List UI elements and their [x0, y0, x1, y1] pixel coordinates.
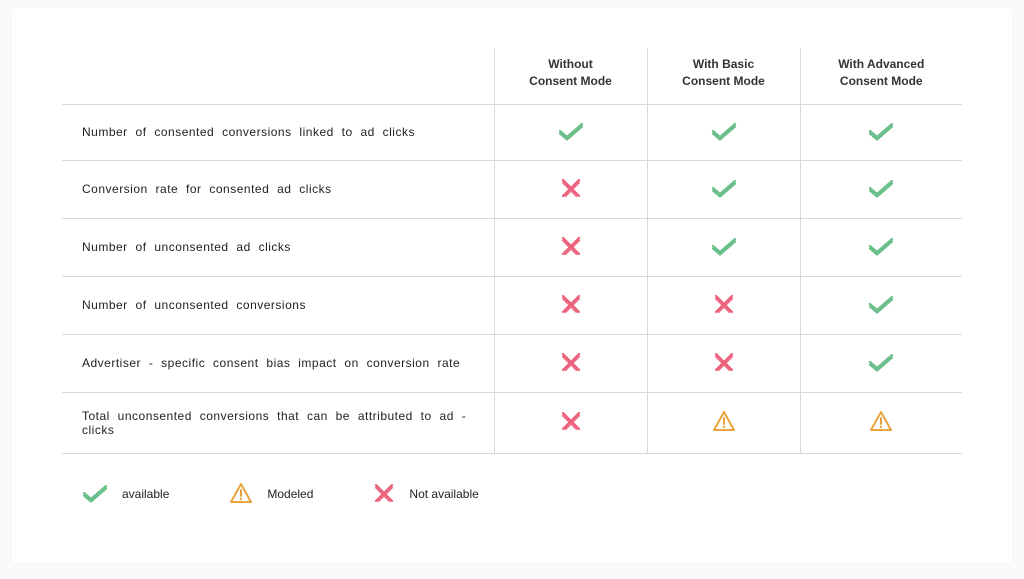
status-cell	[494, 334, 647, 392]
cross-icon	[560, 410, 582, 435]
status-cell	[494, 104, 647, 160]
comparison-table-card: Without Consent Mode With Basic Consent …	[12, 8, 1012, 563]
col-header-3: With Advanced Consent Mode	[800, 48, 962, 104]
warning-icon	[712, 410, 736, 435]
status-cell	[647, 160, 800, 218]
status-cell	[800, 160, 962, 218]
cross-icon	[560, 351, 582, 376]
col-header-line2: Consent Mode	[840, 74, 923, 88]
status-cell	[494, 160, 647, 218]
legend-label: available	[122, 487, 169, 501]
status-cell	[647, 392, 800, 453]
status-cell	[800, 392, 962, 453]
status-cell	[800, 334, 962, 392]
table-row: Conversion rate for consented ad clicks	[62, 160, 962, 218]
status-cell	[800, 276, 962, 334]
status-cell	[494, 392, 647, 453]
check-icon	[711, 236, 737, 259]
row-label: Conversion rate for consented ad clicks	[62, 160, 494, 218]
legend: available Modeled Not available	[62, 482, 962, 507]
status-cell	[800, 104, 962, 160]
status-cell	[647, 334, 800, 392]
check-icon	[868, 236, 894, 259]
cross-icon	[560, 235, 582, 260]
check-icon	[868, 352, 894, 375]
cross-icon	[560, 177, 582, 202]
legend-available: available	[82, 483, 169, 506]
warning-icon	[869, 410, 893, 435]
table-row: Number of unconsented conversions	[62, 276, 962, 334]
col-header-line2: Consent Mode	[682, 74, 765, 88]
check-icon	[711, 178, 737, 201]
status-cell	[647, 218, 800, 276]
check-icon	[868, 178, 894, 201]
legend-not-available: Not available	[373, 482, 478, 507]
check-icon	[82, 483, 108, 506]
row-label: Number of consented conversions linked t…	[62, 104, 494, 160]
table-header-row: Without Consent Mode With Basic Consent …	[62, 48, 962, 104]
cross-icon	[713, 293, 735, 318]
cross-icon	[373, 482, 395, 507]
table-row: Number of unconsented ad clicks	[62, 218, 962, 276]
col-header-line1: With Advanced	[838, 57, 924, 71]
table-row: Advertiser - specific consent bias impac…	[62, 334, 962, 392]
check-icon	[558, 121, 584, 144]
col-header-line1: Without	[548, 57, 593, 71]
cross-icon	[560, 293, 582, 318]
row-label: Total unconsented conversions that can b…	[62, 392, 494, 453]
row-label: Advertiser - specific consent bias impac…	[62, 334, 494, 392]
warning-icon	[229, 482, 253, 507]
check-icon	[711, 121, 737, 144]
legend-label: Modeled	[267, 487, 313, 501]
col-header-1: Without Consent Mode	[494, 48, 647, 104]
legend-modeled: Modeled	[229, 482, 313, 507]
table-header-empty	[62, 48, 494, 104]
comparison-table: Without Consent Mode With Basic Consent …	[62, 48, 962, 454]
status-cell	[494, 276, 647, 334]
cross-icon	[713, 351, 735, 376]
row-label: Number of unconsented ad clicks	[62, 218, 494, 276]
status-cell	[800, 218, 962, 276]
check-icon	[868, 294, 894, 317]
table-row: Total unconsented conversions that can b…	[62, 392, 962, 453]
col-header-2: With Basic Consent Mode	[647, 48, 800, 104]
table-row: Number of consented conversions linked t…	[62, 104, 962, 160]
status-cell	[647, 104, 800, 160]
status-cell	[494, 218, 647, 276]
col-header-line2: Consent Mode	[529, 74, 612, 88]
row-label: Number of unconsented conversions	[62, 276, 494, 334]
check-icon	[868, 121, 894, 144]
status-cell	[647, 276, 800, 334]
legend-label: Not available	[409, 487, 478, 501]
col-header-line1: With Basic	[693, 57, 754, 71]
